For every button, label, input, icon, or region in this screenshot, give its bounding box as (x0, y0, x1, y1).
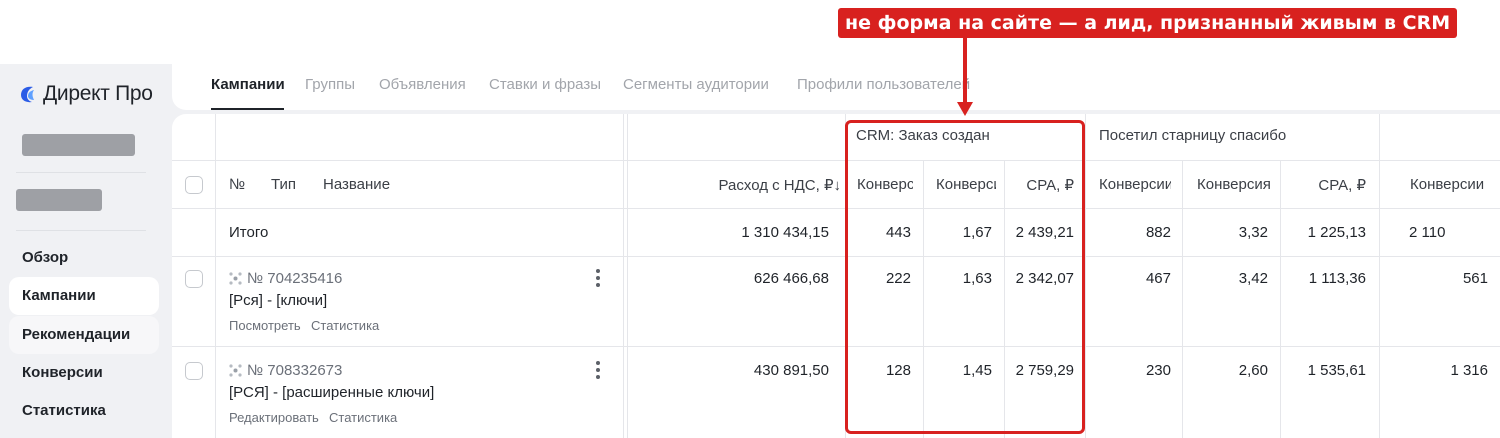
col-header-name[interactable]: Название (323, 176, 390, 193)
row-menu-icon[interactable] (590, 266, 606, 290)
col-header-thanks-conversions[interactable]: Конверсии (1099, 176, 1171, 193)
row-crm-conversions: 128 (885, 362, 911, 379)
col-divider (1004, 160, 1005, 438)
row-crm-rate: 1,45 (962, 362, 992, 379)
row-thanks-conversions: 230 (1145, 362, 1171, 379)
row-thanks-cpa: 1 535,61 (1307, 362, 1366, 379)
col-header-crm-cpa[interactable]: CPA, ₽ (1006, 176, 1074, 194)
campaign-id-text: № 708332673 (247, 362, 343, 379)
total-spend: 1 310 434,15 (741, 224, 829, 241)
annotation-arrow (963, 38, 967, 104)
total-crm-cpa: 2 439,21 (1015, 224, 1074, 241)
sidebar-item-conversions[interactable]: Конверсии (9, 354, 159, 392)
tab-groups[interactable]: Группы (305, 76, 355, 93)
campaigns-table: CRM: Заказ создан Посетил старницу спаси… (172, 114, 1500, 438)
divider (16, 230, 146, 231)
balance-placeholder[interactable] (16, 189, 102, 211)
tabs-bar: Кампании Группы Объявления Ставки и фраз… (172, 64, 1500, 110)
group-header-crm-order: CRM: Заказ создан (856, 127, 990, 144)
sidebar-item-recommendations[interactable]: Рекомендации (9, 316, 159, 354)
row-divider (172, 160, 1500, 161)
col-divider (1379, 114, 1380, 438)
col-divider (845, 114, 846, 438)
logo-text: Директ Про (43, 82, 153, 105)
active-tab-indicator (211, 108, 284, 110)
tab-audience-segments[interactable]: Сегменты аудитории (623, 76, 769, 93)
campaign-name[interactable]: [РСЯ] - [расширенные ключи] (229, 384, 434, 401)
sidebar-item-statistics[interactable]: Статистика (9, 392, 159, 430)
divider (16, 172, 146, 173)
campaign-name[interactable]: [Рся] - [ключи] (229, 292, 327, 309)
row-menu-icon[interactable] (590, 358, 606, 382)
col-divider (1280, 160, 1281, 438)
annotation-label: не форма на сайте — а лид, признанный жи… (838, 8, 1458, 38)
row-crm-conversions: 222 (885, 270, 911, 287)
row-divider (172, 346, 1500, 347)
row-thanks-rate: 3,42 (1238, 270, 1268, 287)
sidebar-item-overview[interactable]: Обзор (9, 239, 159, 277)
col-divider (623, 114, 624, 438)
row-crm-rate: 1,63 (962, 270, 992, 287)
sidebar: Директ Про Обзор Кампании Рекомендации К… (0, 64, 170, 438)
row-divider (172, 208, 1500, 209)
col-divider (923, 160, 924, 438)
edit-link[interactable]: Редактировать (229, 410, 319, 425)
account-placeholder[interactable] (22, 134, 135, 156)
logo[interactable]: Директ Про (18, 82, 153, 106)
col-header-next-conversions[interactable]: Конверсии (1410, 176, 1500, 193)
tab-bids[interactable]: Ставки и фразы (489, 76, 601, 93)
row-checkbox[interactable] (185, 270, 203, 288)
total-crm-rate: 1,67 (962, 224, 992, 241)
col-header-crm-rate[interactable]: Конверсия (936, 176, 996, 193)
col-header-spend[interactable]: Расход с НДС, ₽↓ (628, 176, 841, 194)
select-all-checkbox[interactable] (185, 176, 203, 194)
row-next-conversions: 561 (1462, 270, 1488, 287)
tab-campaigns[interactable]: Кампании (211, 76, 285, 93)
total-thanks-conversions: 882 (1145, 224, 1171, 241)
network-campaign-icon (229, 272, 242, 285)
total-label: Итого (229, 224, 269, 241)
campaign-id[interactable]: № 704235416 (229, 270, 342, 287)
total-thanks-rate: 3,32 (1238, 224, 1268, 241)
row-checkbox[interactable] (185, 362, 203, 380)
col-header-thanks-cpa[interactable]: CPA, ₽ (1282, 176, 1366, 194)
tab-user-profiles[interactable]: Профили пользователей (797, 76, 970, 93)
annotation-arrow-head (957, 102, 973, 116)
row-spend: 626 466,68 (753, 270, 829, 287)
total-crm-conversions: 443 (885, 224, 911, 241)
network-campaign-icon (229, 364, 242, 377)
col-divider (215, 114, 216, 438)
statistics-link[interactable]: Статистика (311, 318, 379, 333)
row-crm-cpa: 2 759,29 (1015, 362, 1074, 379)
total-next-conversions: 2 110 (1409, 224, 1446, 241)
total-thanks-cpa: 1 225,13 (1307, 224, 1366, 241)
campaign-id[interactable]: № 708332673 (229, 362, 342, 379)
col-header-thanks-rate[interactable]: Конверсия (1197, 176, 1272, 193)
direct-logo-icon (21, 86, 34, 103)
col-header-type[interactable]: Тип (271, 176, 296, 193)
row-thanks-conversions: 467 (1145, 270, 1171, 287)
group-header-thanks-page: Посетил старницу спасибо (1099, 127, 1287, 144)
row-thanks-rate: 2,60 (1238, 362, 1268, 379)
campaign-id-text: № 704235416 (247, 270, 343, 287)
tab-ads[interactable]: Объявления (379, 76, 466, 93)
sidebar-item-campaigns[interactable]: Кампании (9, 277, 159, 315)
statistics-link[interactable]: Статистика (329, 410, 397, 425)
col-header-number[interactable]: № (229, 176, 245, 193)
col-divider (1182, 160, 1183, 438)
row-thanks-cpa: 1 113,36 (1308, 270, 1366, 287)
row-divider (172, 256, 1500, 257)
col-header-crm-conversions[interactable]: Конверсии (857, 176, 913, 193)
view-link[interactable]: Посмотреть (229, 318, 301, 333)
row-spend: 430 891,50 (753, 362, 829, 379)
row-crm-cpa: 2 342,07 (1015, 270, 1074, 287)
row-next-conversions: 1 316 (1450, 362, 1488, 379)
